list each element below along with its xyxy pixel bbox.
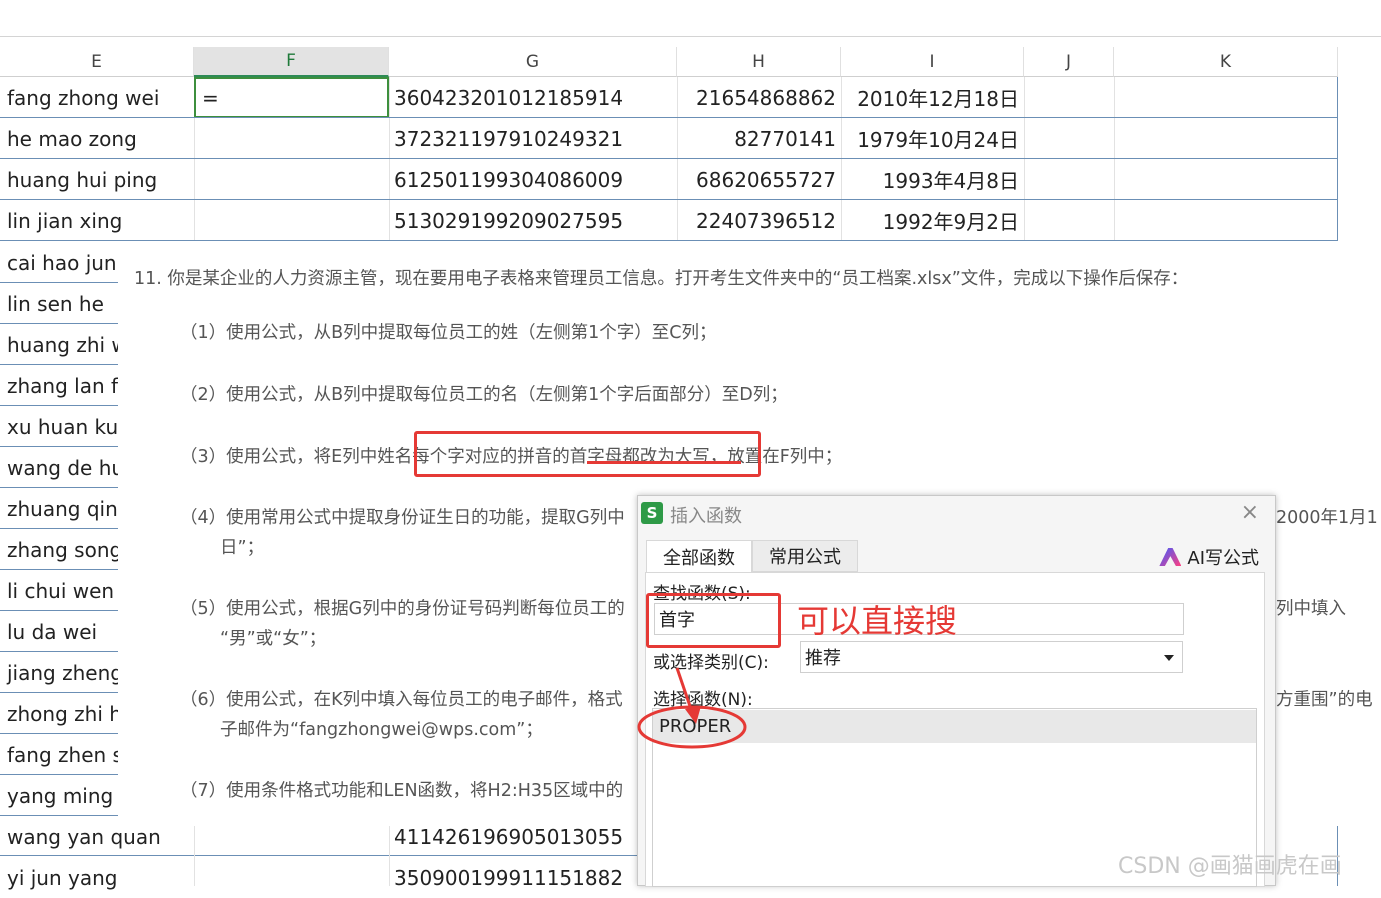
cell-e9[interactable]: zhang lan fa	[3, 365, 118, 406]
column-header-i[interactable]: I	[841, 47, 1024, 77]
cell-e8[interactable]: huang zhi w	[3, 324, 118, 365]
annotation-text: 可以直接搜	[797, 602, 958, 640]
search-highlight-box	[646, 593, 781, 648]
cell-e4[interactable]: huang hui ping	[3, 159, 193, 200]
instruction-step-4-cont: 日”；	[220, 538, 265, 558]
watermark: CSDN @画猫画虎在画	[1118, 854, 1342, 879]
instruction-step-5-cont: “男”或“女”；	[220, 629, 327, 649]
wps-logo-icon: S	[641, 502, 663, 524]
instruction-step-5: （5）使用公式，根据G列中的身份证号码判断每位员工的	[180, 599, 625, 619]
cell-h3[interactable]: 82770141	[678, 118, 840, 159]
cell-e14[interactable]: li chui wen	[3, 570, 118, 611]
cell-g4[interactable]: 612501199304086009	[390, 159, 676, 200]
column-header-f[interactable]: F	[194, 47, 389, 77]
grid-vline	[194, 816, 195, 886]
cell-e15[interactable]: lu da wei	[3, 611, 118, 652]
cell-e10[interactable]: xu huan kur	[3, 406, 118, 447]
grid-vline	[389, 816, 390, 886]
chevron-down-icon	[1164, 655, 1174, 661]
column-header-h[interactable]: H	[677, 47, 841, 77]
close-icon[interactable]: ×	[1241, 500, 1259, 525]
column-header-g[interactable]: G	[389, 47, 677, 77]
dialog-title: 插入函数	[670, 506, 742, 527]
category-value: 推荐	[805, 648, 841, 669]
ai-write-formula-button[interactable]: AI写公式	[1159, 544, 1259, 570]
cell-e21[interactable]: yi jun yang	[3, 857, 193, 898]
cell-g2[interactable]: 360423201012185914	[390, 77, 676, 118]
instruction-step-4: （4）使用常用公式中提取身份证生日的功能，提取G列中	[180, 508, 625, 528]
cell-i2[interactable]: 2010年12月18日	[842, 77, 1023, 118]
cell-g5[interactable]: 513029199209027595	[390, 200, 676, 241]
column-header-e[interactable]: E	[0, 47, 194, 77]
row-line	[0, 240, 1338, 241]
cell-i3[interactable]: 1979年10月24日	[842, 118, 1023, 159]
ai-write-label: AI写公式	[1187, 548, 1259, 569]
cell-i4[interactable]: 1993年4月8日	[842, 159, 1023, 200]
column-header-j[interactable]: J	[1024, 47, 1114, 77]
cell-h4[interactable]: 68620655727	[678, 159, 840, 200]
cell-e7[interactable]: lin sen he	[3, 283, 118, 324]
instruction-step-6-tail: 方重围”的电	[1276, 690, 1373, 710]
cell-e11[interactable]: wang de hu	[3, 447, 118, 488]
cell-e2[interactable]: fang zhong wei	[3, 77, 193, 118]
cell-e12[interactable]: zhuang qing	[3, 488, 118, 529]
instruction-step-6-cont: 子邮件为“fangzhongwei@wps.com”；	[220, 720, 543, 740]
cell-h2[interactable]: 21654868862	[678, 77, 840, 118]
grid-vline	[1114, 77, 1115, 241]
category-select[interactable]: 推荐	[800, 641, 1183, 673]
highlight-underline	[587, 461, 741, 464]
top-bar	[0, 0, 1381, 37]
cell-e3[interactable]: he mao zong	[3, 118, 193, 159]
instruction-step-1: （1）使用公式，从B列中提取每位员工的姓（左侧第1个字）至C列；	[180, 323, 717, 343]
instruction-step-7: （7）使用条件格式功能和LEN函数，将H2:H35区域中的	[180, 781, 624, 801]
select-function-label: 选择函数(N):	[653, 690, 753, 710]
highlight-box	[414, 431, 761, 477]
cell-h5[interactable]: 22407396512	[678, 200, 840, 241]
cell-i5[interactable]: 1992年9月2日	[842, 200, 1023, 241]
grid-vline	[1024, 77, 1025, 241]
cell-e18[interactable]: fang zhen sl	[3, 734, 118, 775]
tab-common-formulas[interactable]: 常用公式	[752, 540, 858, 572]
cell-e16[interactable]: jiang zheng	[3, 652, 118, 693]
grid-vline	[1337, 77, 1338, 241]
cell-g3[interactable]: 372321197910249321	[390, 118, 676, 159]
cell-e6[interactable]: cai hao jun	[3, 242, 118, 283]
cell-g21[interactable]: 350900199911151882	[390, 857, 636, 898]
tab-all-functions[interactable]: 全部函数	[646, 540, 752, 572]
instruction-step-4-tail: 2000年1月1	[1276, 508, 1378, 528]
column-header-k[interactable]: K	[1114, 47, 1338, 77]
instruction-step-5-tail: 列中填入	[1276, 599, 1346, 619]
cell-e13[interactable]: zhang song	[3, 529, 118, 570]
ai-logo-icon	[1159, 548, 1182, 566]
category-label: 或选择类别(C):	[653, 653, 769, 673]
function-item-proper[interactable]: PROPER	[653, 710, 1256, 743]
active-cell-f2[interactable]: =	[194, 77, 389, 118]
instruction-step-2: （2）使用公式，从B列中提取每位员工的名（左侧第1个字后面部分）至D列；	[180, 385, 788, 405]
cell-e19[interactable]: yang ming z	[3, 775, 118, 816]
instruction-heading: 11. 你是某企业的人力资源主管，现在要用电子表格来管理员工信息。打开考生文件夹…	[134, 269, 1189, 289]
row-line	[0, 855, 637, 856]
cell-e17[interactable]: zhong zhi h	[3, 693, 118, 734]
cell-e5[interactable]: lin jian xing	[3, 200, 193, 241]
insert-function-dialog: S 插入函数 × 全部函数 常用公式 AI写公式 查找函数(S): 首字 或选择…	[637, 495, 1276, 887]
instruction-step-6: （6）使用公式，在K列中填入每位员工的电子邮件，格式	[180, 690, 623, 710]
